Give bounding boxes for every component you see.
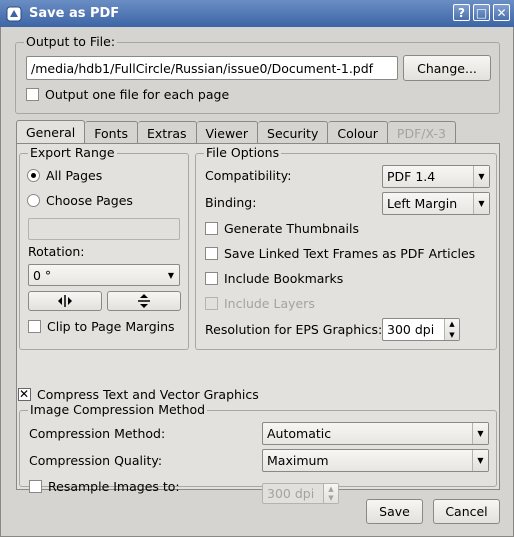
app-icon (6, 6, 22, 21)
resolution-value: 300 dpi (387, 322, 435, 337)
chevron-down-icon: ▼ (472, 423, 488, 444)
compatibility-value: PDF 1.4 (387, 169, 436, 184)
compress-text-label: Compress Text and Vector Graphics (37, 387, 259, 402)
output-group-title: Output to File: (24, 34, 118, 50)
save-linked-frames-checkbox[interactable]: Save Linked Text Frames as PDF Articles (205, 246, 475, 261)
rotation-value: 0 ° (33, 267, 52, 283)
general-tab-panel: Export Range All Pages Choose Pages Rota… (16, 143, 500, 504)
generate-thumbnails-box[interactable] (205, 222, 218, 235)
include-bookmarks-checkbox[interactable]: Include Bookmarks (205, 271, 343, 286)
all-pages-radio[interactable]: All Pages (27, 168, 102, 183)
output-group: Output to File: /media/hdb1/FullCircle/R… (15, 34, 500, 114)
resample-dpi-value: 300 dpi (267, 486, 315, 501)
include-layers-box (205, 297, 218, 310)
image-compression-group: Image Compression Method Compression Met… (19, 402, 497, 494)
help-button[interactable]: ? (453, 4, 470, 21)
resample-label: Resample Images to: (48, 479, 180, 494)
save-button[interactable]: Save (366, 499, 423, 524)
choose-pages-radio[interactable]: Choose Pages (27, 193, 133, 208)
file-options-group: File Options Compatibility: PDF 1.4 ▼ Bi… (195, 145, 497, 350)
generate-thumbnails-label: Generate Thumbnails (224, 221, 359, 236)
compression-method-select[interactable]: Automatic ▼ (262, 422, 489, 445)
chevron-down-icon: ▼ (167, 270, 175, 280)
binding-value: Left Margin (387, 196, 458, 211)
export-range-title: Export Range (28, 145, 117, 161)
chevron-down-icon: ▼ (473, 193, 489, 214)
choose-pages-label: Choose Pages (46, 193, 133, 208)
spin-up-icon[interactable]: ▲ (445, 319, 459, 330)
one-file-per-page-checkbox[interactable]: Output one file for each page (26, 87, 229, 102)
generate-thumbnails-checkbox[interactable]: Generate Thumbnails (205, 221, 359, 236)
chevron-down-icon: ▼ (473, 166, 489, 187)
rotation-select[interactable]: 0 ° ▼ (28, 264, 180, 286)
resample-box[interactable] (29, 480, 42, 493)
tab-pdfx3: PDF/X-3 (387, 121, 456, 144)
one-file-per-page-box[interactable] (26, 88, 39, 101)
close-button[interactable]: ✕ (493, 4, 510, 21)
mirror-vertical-icon (138, 294, 150, 308)
all-pages-radio-dot[interactable] (27, 169, 40, 182)
rotation-label: Rotation: (28, 244, 85, 259)
cancel-button[interactable]: Cancel (433, 499, 500, 524)
output-path-input[interactable]: /media/hdb1/FullCircle/Russian/issue0/Do… (26, 56, 398, 80)
window-title: Save as PDF (29, 6, 120, 21)
tab-general[interactable]: General (16, 120, 86, 144)
mirror-horizontal-icon (58, 295, 72, 307)
spin-arrows: ▲ ▼ (323, 484, 338, 503)
tab-extras[interactable]: Extras (138, 121, 197, 144)
image-compression-title: Image Compression Method (28, 402, 208, 418)
tab-fonts[interactable]: Fonts (85, 121, 138, 144)
title-bar: Save as PDF ? □ ✕ (0, 0, 514, 27)
mirror-vertical-button[interactable] (107, 291, 181, 311)
chevron-down-icon: ▼ (472, 450, 488, 471)
choose-pages-radio-dot[interactable] (27, 194, 40, 207)
clip-margins-checkbox[interactable]: Clip to Page Margins (28, 319, 175, 334)
tab-bar: General Fonts Extras Viewer Security Col… (16, 120, 456, 144)
include-bookmarks-label: Include Bookmarks (224, 271, 344, 286)
mirror-horizontal-button[interactable] (28, 291, 102, 311)
compress-text-box[interactable] (18, 387, 31, 401)
save-linked-frames-box[interactable] (205, 247, 218, 260)
resample-dpi-spinbox: 300 dpi ▲ ▼ (262, 483, 339, 504)
compression-method-value: Automatic (267, 426, 332, 441)
export-range-group: Export Range All Pages Choose Pages Rota… (19, 145, 189, 350)
spin-down-icon[interactable]: ▼ (445, 330, 459, 341)
tab-viewer[interactable]: Viewer (196, 121, 259, 144)
maximize-button[interactable]: □ (473, 4, 490, 21)
compression-quality-value: Maximum (267, 453, 329, 468)
binding-select[interactable]: Left Margin ▼ (382, 192, 490, 215)
pages-input (28, 218, 180, 240)
include-layers-checkbox: Include Layers (205, 296, 315, 311)
dialog-body: Output to File: /media/hdb1/FullCircle/R… (0, 27, 514, 537)
binding-label: Binding: (205, 195, 257, 210)
tab-security[interactable]: Security (258, 121, 329, 144)
save-linked-frames-label: Save Linked Text Frames as PDF Articles (224, 246, 476, 261)
file-options-title: File Options (204, 145, 282, 161)
compress-text-checkbox[interactable]: Compress Text and Vector Graphics (18, 387, 259, 402)
clip-margins-box[interactable] (28, 320, 41, 333)
all-pages-label: All Pages (46, 168, 103, 183)
compression-method-label: Compression Method: (29, 426, 166, 441)
compression-quality-label: Compression Quality: (29, 453, 163, 468)
resolution-label: Resolution for EPS Graphics: (205, 322, 383, 337)
compression-quality-select[interactable]: Maximum ▼ (262, 449, 489, 472)
resolution-spinbox[interactable]: 300 dpi ▲ ▼ (382, 318, 460, 341)
spin-arrows[interactable]: ▲ ▼ (444, 319, 459, 340)
change-button[interactable]: Change... (403, 55, 491, 81)
compatibility-label: Compatibility: (205, 168, 292, 183)
resample-checkbox[interactable]: Resample Images to: (29, 479, 180, 494)
spin-up-icon: ▲ (328, 484, 334, 493)
include-bookmarks-box[interactable] (205, 272, 218, 285)
compatibility-select[interactable]: PDF 1.4 ▼ (382, 165, 490, 188)
spin-down-icon: ▼ (328, 494, 334, 503)
one-file-per-page-label: Output one file for each page (45, 87, 230, 102)
include-layers-label: Include Layers (224, 296, 315, 311)
tab-colour[interactable]: Colour (328, 121, 388, 144)
clip-margins-label: Clip to Page Margins (47, 319, 175, 334)
